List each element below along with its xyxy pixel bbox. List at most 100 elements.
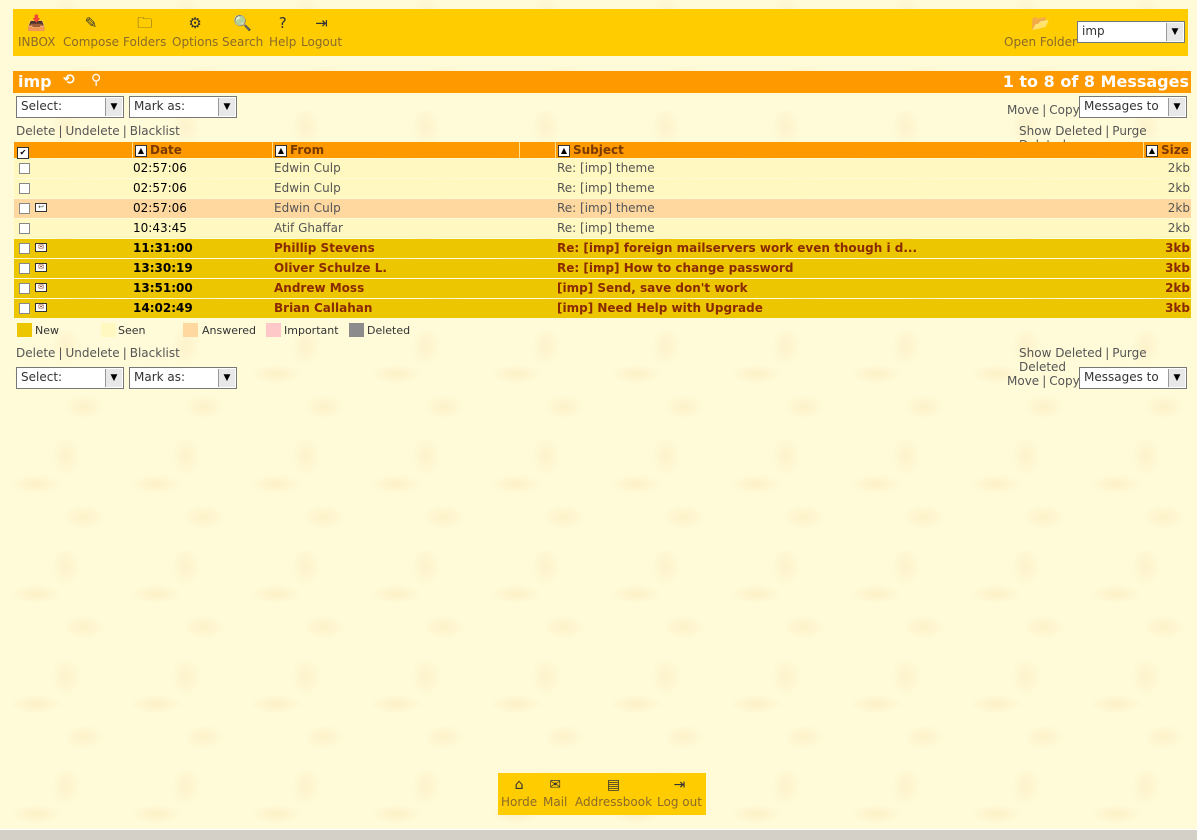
search-icon: 🔍 [233, 14, 252, 32]
nav-logout[interactable]: ⇥ Log out [657, 777, 702, 809]
table-row[interactable]: ✉ 13:51:00 Andrew Moss [imp] Send, save … [14, 279, 1191, 298]
nav-addressbook[interactable]: ▤ Addressbook [575, 777, 652, 809]
copy-link[interactable]: Copy [1049, 374, 1079, 388]
table-row[interactable]: ✉ 11:31:00 Phillip Stevens Re: [imp] for… [14, 239, 1191, 258]
toolbar-options[interactable]: ⚙ Options [172, 13, 218, 49]
action-links-bottom: Delete | Undelete | Blacklist [16, 346, 180, 360]
messages-to-dropdown[interactable]: Messages to ▼ [1079, 96, 1187, 118]
undelete-link[interactable]: Undelete [65, 124, 119, 138]
column-date[interactable]: ▲ Date [132, 142, 275, 158]
legend-swatch-answered [183, 323, 198, 337]
table-row[interactable]: 02:57:06 Edwin Culp Re: [imp] theme 2kb [14, 179, 1191, 198]
legend-swatch-deleted [349, 323, 364, 337]
table-row[interactable]: 02:57:06 Edwin Culp Re: [imp] theme 2kb [14, 159, 1191, 178]
select-all-checkbox[interactable]: ✔ [17, 144, 29, 160]
browser-status-bar [0, 829, 1197, 840]
filter-icon[interactable]: ⚲ [91, 72, 101, 88]
folder-title: imp [18, 72, 52, 91]
table-row[interactable]: ✉ 13:30:19 Oliver Schulze L. Re: [imp] H… [14, 259, 1191, 278]
select-dropdown[interactable]: Select: ▼ [16, 96, 124, 118]
delete-link[interactable]: Delete [16, 346, 55, 360]
table-row[interactable]: ↩ 02:57:06 Edwin Culp Re: [imp] theme 2k… [14, 199, 1191, 218]
row-checkbox[interactable] [19, 203, 30, 214]
message-size: 2kb [1167, 181, 1190, 195]
answered-icon: ↩ [35, 203, 47, 212]
legend-swatch-seen [101, 323, 116, 337]
message-subject[interactable]: Re: [imp] theme [557, 159, 1137, 178]
message-range: 1 to 8 of 8 Messages [1002, 72, 1189, 91]
message-from[interactable]: Brian Callahan [274, 299, 514, 318]
nav-horde[interactable]: ⌂ Horde [501, 777, 537, 809]
toolbar-folders[interactable]: 🗀 Folders [123, 13, 166, 49]
row-checkbox[interactable] [19, 243, 30, 254]
message-size: 2kb [1167, 201, 1190, 215]
row-checkbox[interactable] [19, 183, 30, 194]
row-checkbox[interactable] [19, 283, 30, 294]
move-copy-links-bottom: Move | Copy [1007, 374, 1080, 388]
compose-icon: ✎ [84, 14, 98, 32]
column-subject[interactable]: ▲ Subject [555, 142, 1146, 158]
move-link[interactable]: Move [1007, 103, 1039, 117]
message-from[interactable]: Edwin Culp [274, 159, 514, 178]
show-deleted-link[interactable]: Show Deleted [1019, 124, 1102, 138]
blacklist-link[interactable]: Blacklist [130, 124, 180, 138]
sort-icon: ▲ [558, 144, 570, 157]
message-from[interactable]: Andrew Moss [274, 279, 514, 298]
mark-as-dropdown[interactable]: Mark as: ▼ [129, 96, 237, 118]
open-folder-button[interactable]: 📂 Open Folder [1004, 13, 1077, 49]
legend-label-new: New [35, 324, 59, 337]
toolbar-logout[interactable]: ⇥ Logout [301, 13, 342, 49]
message-from[interactable]: Oliver Schulze L. [274, 259, 514, 278]
column-from[interactable]: ▲ From [272, 142, 521, 158]
chevron-down-icon: ▼ [218, 98, 235, 116]
refresh-icon[interactable]: ⟲ [63, 72, 75, 88]
legend-swatch-important [266, 323, 281, 337]
toolbar-search[interactable]: 🔍 Search [222, 13, 263, 49]
message-from[interactable]: Edwin Culp [274, 179, 514, 198]
chevron-down-icon: ▼ [105, 98, 122, 116]
select-dropdown-bottom[interactable]: Select: ▼ [16, 367, 124, 389]
table-row[interactable]: ✉ 14:02:49 Brian Callahan [imp] Need Hel… [14, 299, 1191, 318]
message-size: 3kb [1165, 241, 1190, 255]
table-row[interactable]: 10:43:45 Atif Ghaffar Re: [imp] theme 2k… [14, 219, 1191, 238]
undelete-link[interactable]: Undelete [65, 346, 119, 360]
home-icon: ⌂ [514, 777, 524, 793]
message-subject[interactable]: [imp] Send, save don't work [557, 279, 1137, 298]
message-subject[interactable]: Re: [imp] How to change password [557, 259, 1137, 278]
mark-as-dropdown-bottom[interactable]: Mark as: ▼ [129, 367, 237, 389]
delete-link[interactable]: Delete [16, 124, 55, 138]
messages-to-dropdown-bottom[interactable]: Messages to ▼ [1079, 367, 1187, 389]
message-from[interactable]: Edwin Culp [274, 199, 514, 218]
show-deleted-link[interactable]: Show Deleted [1019, 346, 1102, 360]
toolbar-inbox[interactable]: 📥 INBOX [18, 13, 55, 49]
folder-select[interactable]: imp ▼ [1077, 21, 1185, 43]
legend-label-answered: Answered [202, 324, 257, 337]
sort-icon: ▲ [275, 144, 287, 157]
message-from[interactable]: Phillip Stevens [274, 239, 514, 258]
message-subject[interactable]: Re: [imp] foreign mailservers work even … [557, 239, 1137, 258]
row-checkbox[interactable] [19, 303, 30, 314]
message-subject[interactable]: [imp] Need Help with Upgrade [557, 299, 1137, 318]
toolbar-compose[interactable]: ✎ Compose [63, 13, 119, 49]
options-icon: ⚙ [188, 14, 202, 32]
message-from[interactable]: Atif Ghaffar [274, 219, 514, 238]
row-checkbox[interactable] [19, 163, 30, 174]
message-subject[interactable]: Re: [imp] theme [557, 219, 1137, 238]
message-subject[interactable]: Re: [imp] theme [557, 199, 1137, 218]
legend-label-important: Important [284, 324, 339, 337]
nav-mail[interactable]: ✉ Mail [543, 777, 567, 809]
addressbook-icon: ▤ [606, 777, 621, 793]
move-link[interactable]: Move [1007, 374, 1039, 388]
column-spacer [519, 142, 556, 158]
column-size[interactable]: ▲ Size [1143, 142, 1194, 158]
row-checkbox[interactable] [19, 223, 30, 234]
copy-link[interactable]: Copy [1049, 103, 1079, 117]
logout-icon: ⇥ [673, 777, 686, 793]
folders-icon: 🗀 [137, 14, 153, 32]
move-copy-links: Move | Copy [1007, 103, 1080, 117]
toolbar-help[interactable]: ? Help [269, 13, 296, 49]
row-checkbox[interactable] [19, 263, 30, 274]
message-table-header: ✔ ▲ Date ▲ From ▲ Subject ▲ Size [14, 142, 1194, 160]
message-subject[interactable]: Re: [imp] theme [557, 179, 1137, 198]
blacklist-link[interactable]: Blacklist [130, 346, 180, 360]
